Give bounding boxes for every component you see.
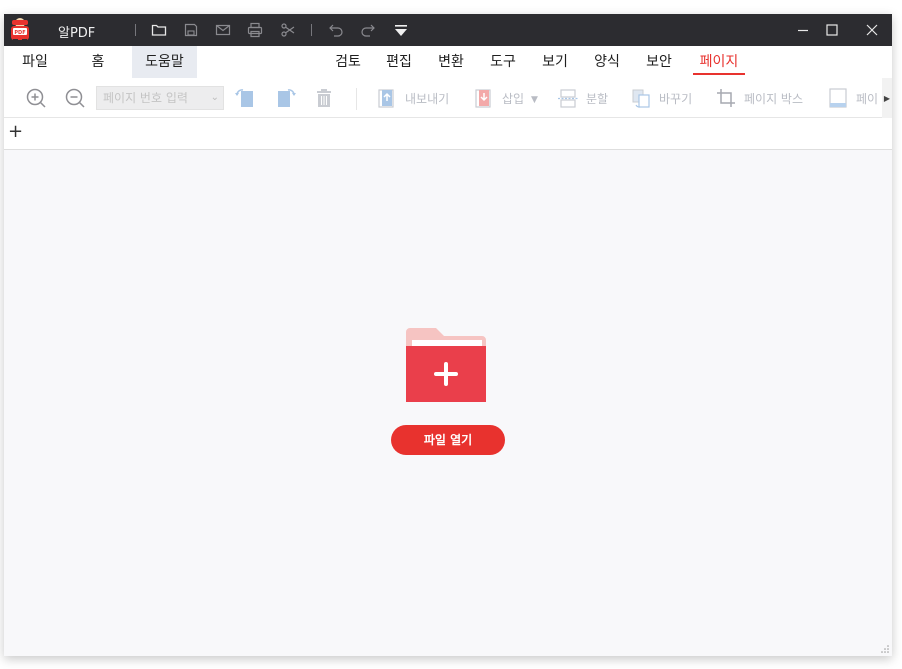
close-button[interactable] bbox=[855, 14, 889, 46]
zoom-in-icon[interactable] bbox=[24, 87, 48, 109]
menu-selected-underline bbox=[693, 73, 745, 75]
customize-quick-access-icon[interactable] bbox=[392, 21, 410, 39]
replace-page-icon[interactable] bbox=[629, 87, 653, 109]
page-view-icon[interactable] bbox=[826, 87, 850, 109]
rotate-right-icon[interactable] bbox=[274, 87, 298, 109]
titlebar-divider bbox=[135, 24, 136, 36]
menu-view[interactable]: 보기 bbox=[535, 46, 575, 78]
scissors-icon[interactable] bbox=[279, 21, 297, 39]
menu-page[interactable]: 페이지 bbox=[693, 46, 745, 78]
mail-icon[interactable] bbox=[214, 21, 232, 39]
open-file-button[interactable]: 파일 열기 bbox=[391, 425, 505, 455]
menu-help[interactable]: 도움말 bbox=[132, 46, 197, 78]
maximize-button[interactable] bbox=[815, 14, 849, 46]
menu-convert[interactable]: 변환 bbox=[431, 46, 471, 78]
document-tab-strip: + bbox=[4, 118, 892, 150]
menu-page-label: 페이지 bbox=[699, 54, 739, 70]
insert-label: 삽입 bbox=[502, 92, 525, 106]
chevron-down-icon: ⌄ bbox=[210, 92, 219, 103]
close-icon bbox=[866, 24, 878, 36]
app-logo-text: PDF bbox=[14, 30, 25, 36]
menu-edit[interactable]: 편집 bbox=[379, 46, 419, 78]
page-number-placeholder: 페이지 번호 입력 bbox=[103, 91, 188, 105]
open-folder-icon[interactable] bbox=[150, 21, 168, 39]
menu-tools[interactable]: 도구 bbox=[483, 46, 523, 78]
app-logo-icon: PDF bbox=[11, 18, 29, 42]
crop-page-box-icon[interactable] bbox=[714, 87, 738, 109]
minimize-icon bbox=[798, 29, 808, 32]
document-area: 파일 열기 bbox=[4, 150, 892, 656]
export-page-icon[interactable] bbox=[375, 87, 399, 109]
resize-grip-icon[interactable] bbox=[880, 644, 890, 654]
menu-forms[interactable]: 양식 bbox=[587, 46, 627, 78]
zoom-out-icon[interactable] bbox=[63, 87, 87, 109]
menu-home[interactable]: 홈 bbox=[72, 46, 124, 78]
delete-page-icon[interactable] bbox=[312, 87, 336, 109]
title-bar: PDF 알PDF bbox=[4, 14, 892, 46]
replace-label: 바꾸기 bbox=[659, 92, 693, 106]
toolbar-scroll-right-icon[interactable]: ▶ bbox=[882, 78, 892, 118]
toolbar-divider bbox=[356, 88, 357, 110]
insert-dropdown-icon[interactable]: ▼ bbox=[531, 95, 538, 105]
redo-icon[interactable] bbox=[359, 21, 377, 39]
print-icon[interactable] bbox=[246, 21, 264, 39]
rotate-left-icon[interactable] bbox=[233, 87, 257, 109]
page-box-label: 페이지 박스 bbox=[744, 92, 804, 106]
folder-add-icon[interactable] bbox=[406, 328, 486, 402]
menu-bar: 파일 홈 도움말 검토 편집 변환 도구 보기 양식 보안 페이지 bbox=[4, 46, 892, 78]
export-label: 내보내기 bbox=[405, 92, 450, 106]
titlebar-divider bbox=[311, 24, 312, 36]
insert-page-icon[interactable] bbox=[472, 87, 496, 109]
menu-security[interactable]: 보안 bbox=[639, 46, 679, 78]
menu-review[interactable]: 검토 bbox=[328, 46, 368, 78]
menu-file[interactable]: 파일 bbox=[9, 46, 61, 78]
overflow-label: 페이 bbox=[856, 92, 879, 106]
split-page-icon[interactable] bbox=[556, 87, 580, 109]
maximize-icon bbox=[826, 24, 838, 36]
split-label: 분할 bbox=[586, 92, 609, 106]
save-icon[interactable] bbox=[182, 21, 200, 39]
app-title: 알PDF bbox=[58, 26, 96, 41]
undo-icon[interactable] bbox=[327, 21, 345, 39]
page-number-input[interactable]: 페이지 번호 입력 ⌄ bbox=[96, 86, 224, 110]
page-toolbar: 페이지 번호 입력 ⌄ 내보내기 삽입 ▼ 분할 바꾸기 페이지 박스 페이 ▶ bbox=[4, 78, 892, 118]
app-window: PDF 알PDF 파일 홈 도움말 검토 편집 변환 도구 보기 양식 보안 페… bbox=[4, 14, 892, 656]
new-tab-button[interactable]: + bbox=[8, 123, 23, 141]
